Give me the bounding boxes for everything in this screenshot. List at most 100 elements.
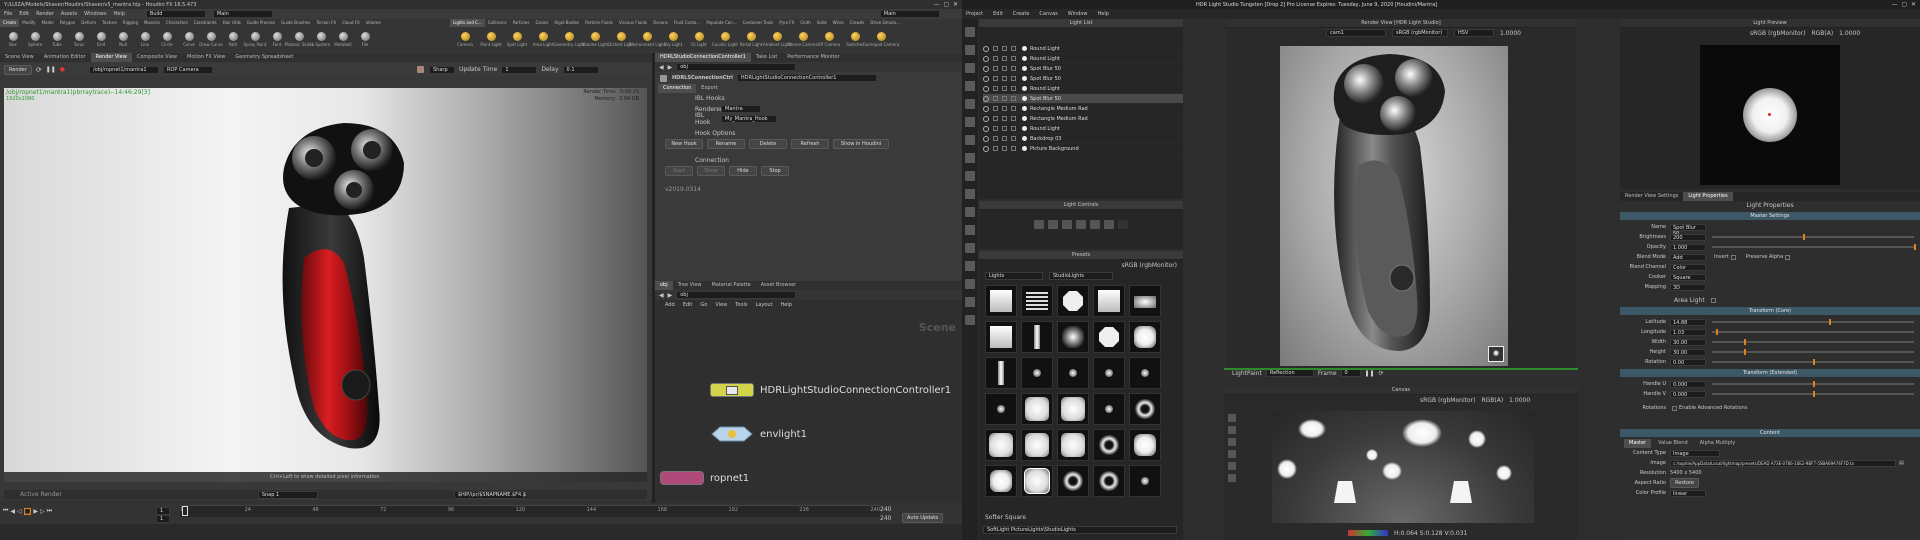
canvas-pick-icon[interactable] xyxy=(1228,474,1236,482)
light-list-item[interactable]: Spot Blur 50 xyxy=(983,94,1183,104)
shelf-tab-deform[interactable]: Deform xyxy=(78,19,99,27)
shelf-tool-null[interactable]: Null xyxy=(112,31,134,47)
shelf-tab-guide-brushes[interactable]: Guide Brushes xyxy=(278,19,313,27)
preset-thumbnail[interactable] xyxy=(1021,393,1053,425)
shelf-tool-volume-light[interactable]: Volume Light xyxy=(582,31,608,47)
preset-thumbnail[interactable] xyxy=(1057,357,1089,389)
net-forward-icon[interactable]: ▶ xyxy=(668,292,673,299)
param-path[interactable]: obj xyxy=(676,63,797,71)
shelf-tool-spray-paint[interactable]: Spray Paint xyxy=(244,31,266,47)
preset-thumbnail[interactable] xyxy=(1093,465,1125,497)
canvas-select-icon[interactable] xyxy=(1228,414,1236,422)
shelf-tab-particle-fluids[interactable]: Particle Fluids xyxy=(582,19,616,27)
shelf-tab-solid[interactable]: Solid xyxy=(814,19,830,27)
jump-start-icon[interactable]: ⏮ xyxy=(3,507,8,515)
shelf-tab-model[interactable]: Model xyxy=(39,19,57,27)
refresh-render-icon[interactable]: ⟳ xyxy=(1379,370,1384,377)
shelf-tab-populate-con[interactable]: Populate Con... xyxy=(703,19,739,27)
render-colorspace-select[interactable]: sRGB (rgbMonitor) xyxy=(1392,29,1448,37)
mute-checkbox[interactable] xyxy=(1011,86,1016,91)
eraser-tool-icon[interactable] xyxy=(965,279,975,289)
canvas-fit-icon[interactable] xyxy=(1228,450,1236,458)
presets-filter-subcategory[interactable]: StudioLights xyxy=(1049,271,1113,280)
lock-checkbox[interactable] xyxy=(1002,76,1007,81)
preview-channels[interactable]: RGB(A) xyxy=(1811,30,1833,37)
preset-thumbnail[interactable] xyxy=(1129,321,1161,353)
stop-button[interactable]: Stop xyxy=(761,165,789,176)
shelf-tool-platonic-solids[interactable]: Platonic Solids xyxy=(285,31,313,47)
visibility-icon[interactable] xyxy=(983,65,989,72)
render-view-image[interactable]: ✺ xyxy=(1280,46,1508,366)
visibility-icon[interactable] xyxy=(983,75,989,82)
lock-checkbox[interactable] xyxy=(1002,146,1007,151)
preset-thumbnail[interactable] xyxy=(1021,429,1053,461)
shelf-tab-hair-utils[interactable]: Hair Utils xyxy=(220,19,244,27)
render-exposure[interactable]: 1.0000 xyxy=(1500,30,1521,37)
delete-hook-button[interactable]: Delete xyxy=(749,138,787,149)
update-time-field[interactable]: 1 xyxy=(501,65,538,74)
net-menu-edit[interactable]: Edit xyxy=(683,302,693,308)
preset-thumbnail[interactable] xyxy=(1021,465,1053,497)
shelf-tab-cloth[interactable]: Cloth xyxy=(797,19,813,27)
presets-filter-category[interactable]: Lights xyxy=(985,271,1043,280)
close-tool-icon[interactable] xyxy=(965,225,975,235)
net-tab-asset-browser[interactable]: Asset Browser xyxy=(756,281,802,290)
shelf-tool-camera[interactable]: Camera xyxy=(452,31,478,47)
prop-value-blend-mode[interactable]: Add xyxy=(1670,253,1706,261)
slider-knob[interactable] xyxy=(1716,329,1719,335)
camera-field[interactable]: ROP Camera xyxy=(163,65,213,74)
canvas-grid-icon[interactable] xyxy=(1228,462,1236,470)
menu-file[interactable]: File xyxy=(4,11,12,17)
tab-animation-editor[interactable]: Animation Editor xyxy=(39,53,91,62)
net-tab-tree-view[interactable]: Tree View xyxy=(673,281,707,290)
net-tab-obj[interactable]: obj xyxy=(655,281,673,290)
mute-checkbox[interactable] xyxy=(1011,106,1016,111)
preserve-alpha-checkbox[interactable] xyxy=(1785,254,1791,260)
slider-knob[interactable] xyxy=(1813,381,1815,387)
lock-checkbox[interactable] xyxy=(1002,136,1007,141)
restore-aspect-button[interactable]: Restore xyxy=(1670,478,1699,488)
step-forward-icon[interactable]: ▷ xyxy=(40,508,45,515)
preset-thumbnail[interactable] xyxy=(1129,393,1161,425)
node-envlight1[interactable]: envlight1 xyxy=(710,425,807,443)
prop-slider-handle-v[interactable] xyxy=(1712,391,1914,397)
preset-thumbnail[interactable] xyxy=(1129,357,1161,389)
desktop-main-right[interactable]: Main xyxy=(879,10,940,18)
lock-checkbox[interactable] xyxy=(1002,46,1007,51)
slider-knob[interactable] xyxy=(1829,319,1832,325)
visibility-icon[interactable] xyxy=(983,105,989,112)
shelf-tool-sky-light[interactable]: Sky Light xyxy=(660,31,686,47)
transform-extended-section[interactable]: Transform (Extended) xyxy=(1620,369,1920,377)
param-node-name[interactable]: HDRLightStudioConnectionController1 xyxy=(736,74,877,82)
shelf-tab-rigging[interactable]: Rigging xyxy=(120,19,141,27)
shelf-tab-rigid-bodies[interactable]: Rigid Bodies xyxy=(551,19,582,27)
shelf-tool-gi-light[interactable]: GI Light xyxy=(686,31,712,47)
mute-checkbox[interactable] xyxy=(1011,96,1016,101)
shelf-tab-texture[interactable]: Texture xyxy=(99,19,120,27)
frame-field[interactable]: 0 xyxy=(1340,369,1361,377)
slider-knob[interactable] xyxy=(1802,234,1805,240)
start-button[interactable]: Start xyxy=(665,165,693,176)
tab-content-master[interactable]: Master xyxy=(1624,439,1652,448)
prop-slider-width[interactable] xyxy=(1712,339,1914,345)
desktop-main[interactable]: Main xyxy=(212,10,273,18)
lock-checkbox[interactable] xyxy=(1002,96,1007,101)
light-list-item[interactable]: Rectangle Medium Rad xyxy=(983,114,1183,124)
scale-light-icon[interactable] xyxy=(1062,220,1072,229)
eyedrop-tool-icon[interactable] xyxy=(965,297,975,307)
advanced-rotations-checkbox[interactable] xyxy=(1672,405,1677,411)
new-hook-button[interactable]: New Hook xyxy=(665,138,703,149)
solo-checkbox[interactable] xyxy=(993,126,998,131)
shelf-tool-grid[interactable]: Grid xyxy=(90,31,112,47)
shelf-tool-path[interactable]: Path xyxy=(222,31,244,47)
net-tab-material-palette[interactable]: Material Palette xyxy=(707,281,756,290)
shelf-tab-characters[interactable]: Characters xyxy=(163,19,191,27)
shelf-tool-ambient-light[interactable]: Ambient Light xyxy=(763,31,791,47)
tab-export[interactable]: Export xyxy=(696,84,722,93)
pause-icon[interactable]: ❚❚ xyxy=(46,66,56,73)
shelf-tool-draw-curve[interactable]: Draw Curve xyxy=(199,31,223,47)
snap-field[interactable]: Snap 1 xyxy=(257,490,318,499)
step-back-icon[interactable]: ◀ xyxy=(10,508,15,515)
content-section[interactable]: Content xyxy=(1620,429,1920,437)
preset-thumbnail[interactable] xyxy=(1057,321,1089,353)
